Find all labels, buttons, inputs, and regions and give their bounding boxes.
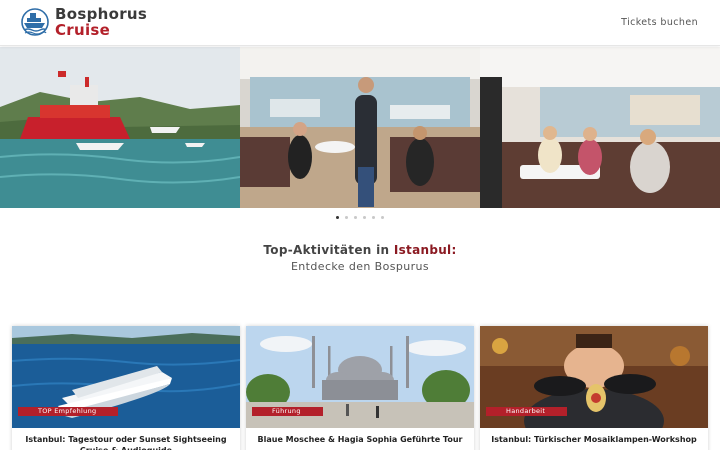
activity-cards: TOP Empfehlung Istanbul: Tagestour oder … bbox=[12, 326, 708, 450]
slider-dot[interactable] bbox=[381, 216, 384, 219]
card-badge: Führung bbox=[252, 407, 323, 416]
card-title[interactable]: Istanbul: Tagestour oder Sunset Sightsee… bbox=[12, 428, 240, 450]
card-image-mosque: Führung bbox=[246, 326, 474, 428]
slide-deck-guide bbox=[240, 47, 480, 208]
card-image-cruise: TOP Empfehlung bbox=[12, 326, 240, 428]
card-image-workshop: Handarbeit bbox=[480, 326, 708, 428]
logo-text-bosphorus: Bosphorus bbox=[55, 5, 148, 23]
section-title-accent: Istanbul: bbox=[393, 243, 457, 257]
logo[interactable]: Bosphorus Cruise bbox=[21, 6, 147, 38]
slider-dot[interactable] bbox=[354, 216, 357, 219]
slider-dot[interactable] bbox=[345, 216, 348, 219]
card-title[interactable]: Istanbul: Türkischer Mosaiklampen-Worksh… bbox=[480, 428, 708, 445]
activity-card[interactable]: TOP Empfehlung Istanbul: Tagestour oder … bbox=[12, 326, 240, 450]
activity-card[interactable]: Handarbeit Istanbul: Türkischer Mosaikla… bbox=[480, 326, 708, 450]
section-title-prefix: Top-Aktivitäten in bbox=[263, 243, 394, 257]
slider-dot[interactable] bbox=[363, 216, 366, 219]
site-header: Bosphorus Cruise Tickets buchen bbox=[0, 0, 720, 46]
tickets-link[interactable]: Tickets buchen bbox=[621, 17, 698, 28]
slider-dot[interactable] bbox=[336, 216, 339, 219]
section-subtitle: Entdecke den Bospurus bbox=[290, 260, 430, 273]
slide-deck-guests bbox=[480, 47, 720, 208]
card-badge: Handarbeit bbox=[486, 407, 568, 416]
hero-slider[interactable] bbox=[0, 47, 720, 208]
logo-text-cruise: Cruise bbox=[55, 21, 111, 39]
slider-dot[interactable] bbox=[372, 216, 375, 219]
card-badge: TOP Empfehlung bbox=[18, 407, 119, 416]
activity-card[interactable]: Führung Blaue Moschee & Hagia Sophia Gef… bbox=[246, 326, 474, 450]
section-title: Top-Aktivitäten in Istanbul: bbox=[0, 243, 720, 257]
slider-pagination bbox=[0, 216, 720, 219]
slide-ships bbox=[0, 47, 240, 208]
card-title[interactable]: Blaue Moschee & Hagia Sophia Geführte To… bbox=[246, 428, 474, 445]
ship-logo-icon bbox=[21, 8, 49, 36]
